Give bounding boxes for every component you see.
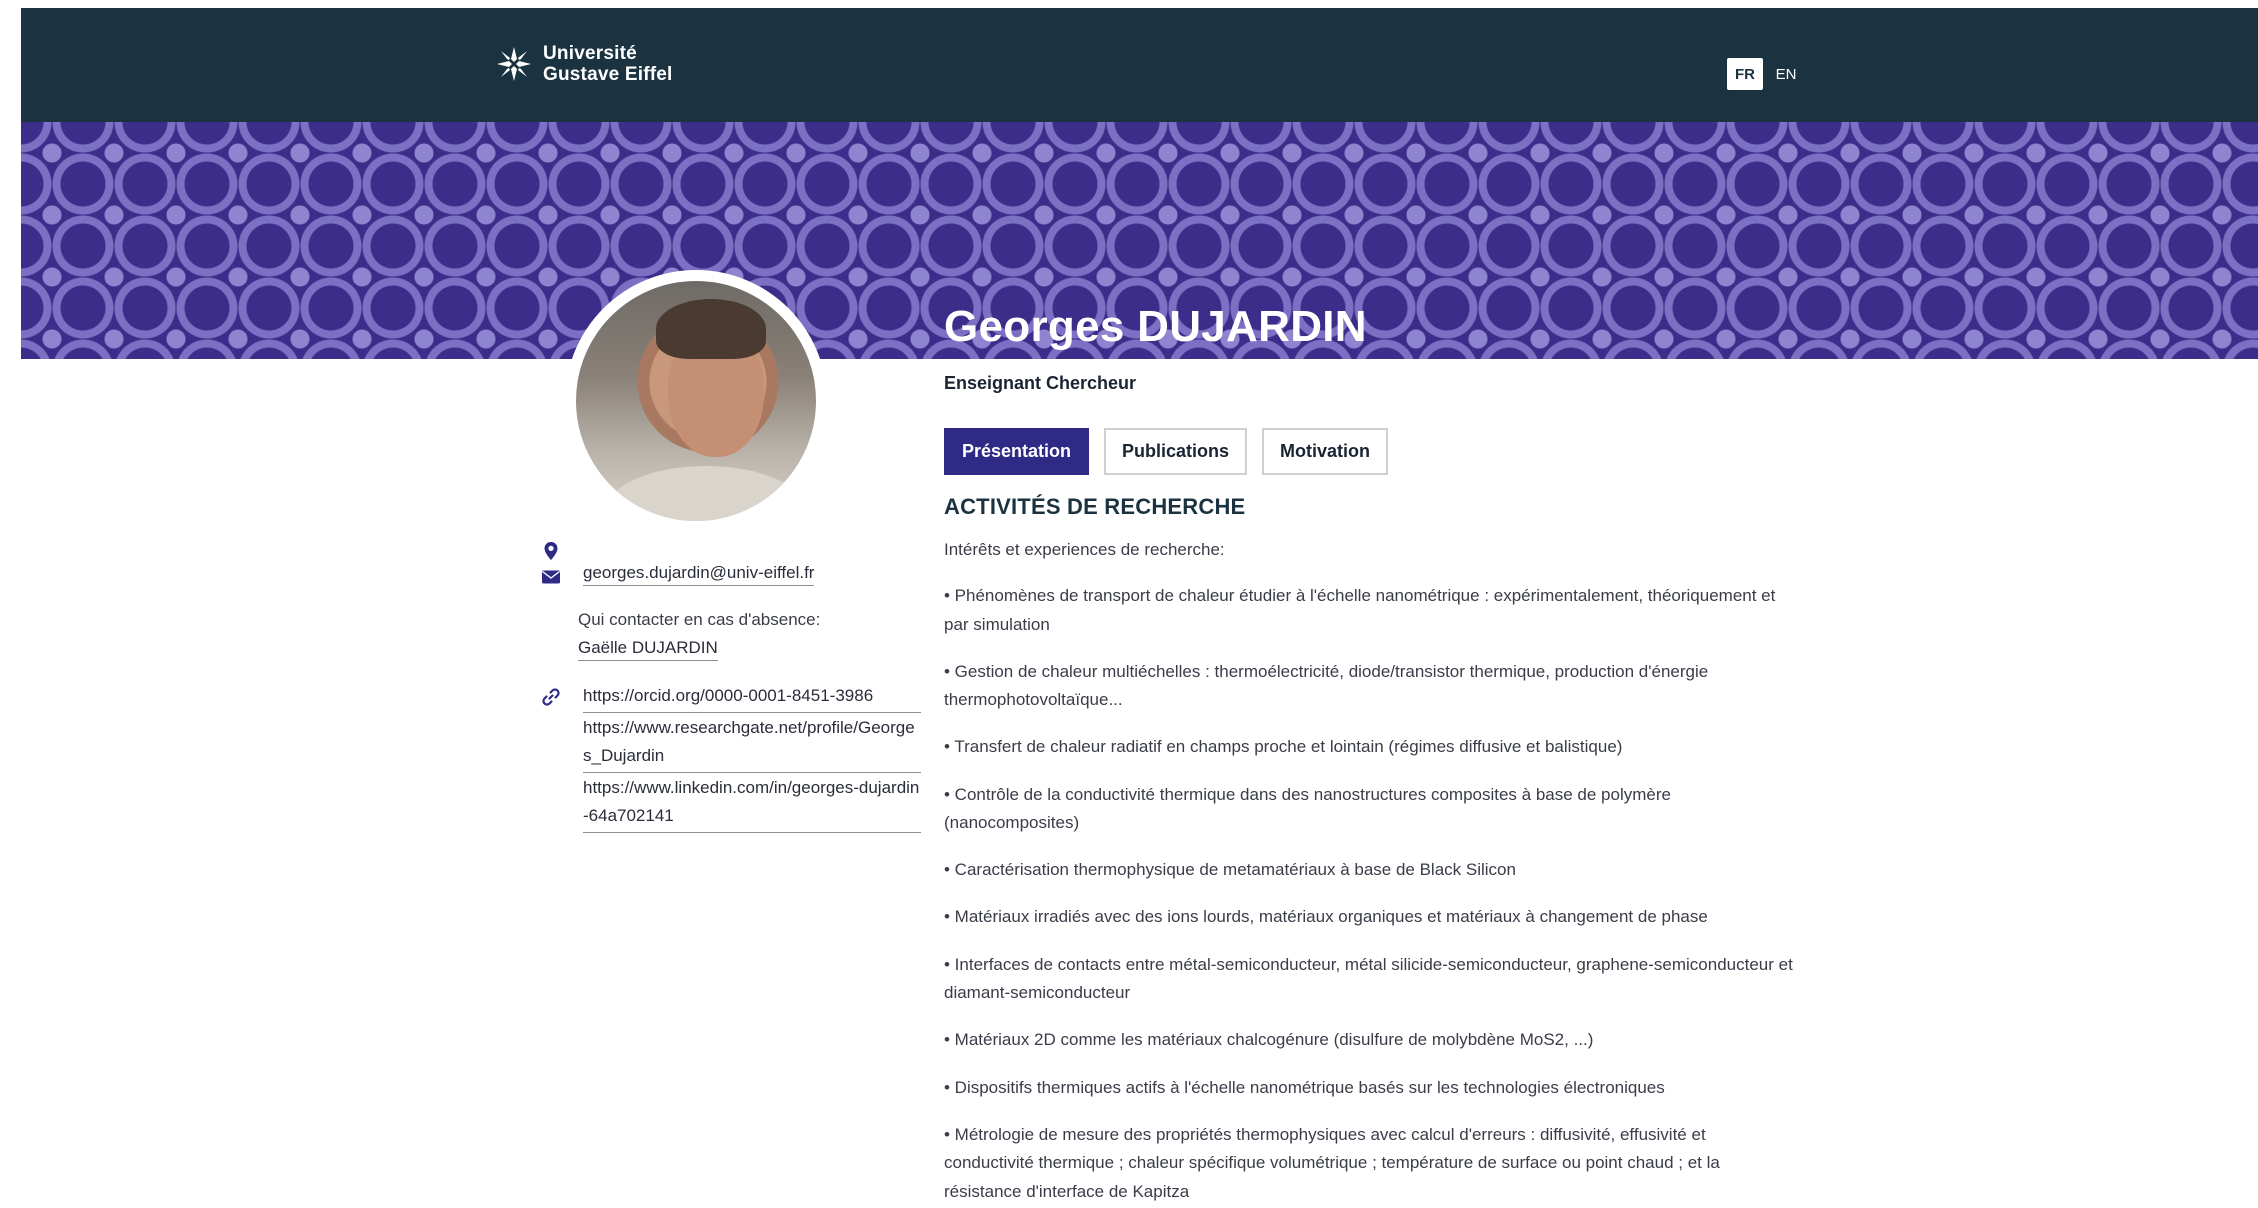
list-item: • Caractérisation thermophysique de meta… (944, 860, 1516, 880)
link-icon (542, 688, 560, 706)
external-links: https://orcid.org/0000-0001-8451-3986 ht… (583, 682, 921, 834)
star-emblem-icon (497, 47, 531, 81)
list-item: • Matériaux irradiés avec des ions lourd… (944, 907, 1708, 927)
tab-presentation[interactable]: Présentation (944, 428, 1090, 475)
tab-publications[interactable]: Publications (1104, 428, 1248, 475)
profile-page: Université Gustave Eiffel FR EN Georges … (0, 0, 2258, 1208)
linkedin-link[interactable]: https://www.linkedin.com/in/georges-duja… (583, 774, 921, 833)
avatar-shirt (606, 466, 806, 521)
research-intro: Intérêts et experiences de recherche: (944, 540, 1225, 559)
list-item: • Interfaces de contacts entre métal-sem… (944, 954, 1793, 1003)
list-item: • Métrologie de mesure des propriétés th… (944, 1124, 1720, 1201)
researchgate-link[interactable]: https://www.researchgate.net/profile/Geo… (583, 714, 921, 773)
list-item: • Transfert de chaleur radiatif en champ… (944, 737, 1623, 757)
university-logo[interactable]: Université Gustave Eiffel (493, 38, 673, 90)
list-item: • Phénomènes de transport de chaleur étu… (944, 586, 1776, 634)
section-title: ACTIVITÉS DE RECHERCHE (944, 494, 1246, 519)
avatar-hair (656, 299, 766, 359)
language-switcher: FR EN (1727, 58, 1801, 90)
site-header: Université Gustave Eiffel FR EN (21, 8, 2258, 122)
research-list: • Phénomènes de transport de chaleur étu… (944, 582, 1796, 1208)
profile-name: Georges DUJARDIN (944, 302, 1367, 351)
logo-line-1: Université (543, 43, 637, 64)
logo-line-2: Gustave Eiffel (543, 64, 673, 85)
orcid-link[interactable]: https://orcid.org/0000-0001-8451-3986 (583, 682, 921, 713)
absence-label: Qui contacter en cas d'absence: (578, 610, 821, 629)
tab-motivation[interactable]: Motivation (1262, 428, 1389, 475)
profile-role: Enseignant Chercheur (944, 373, 1137, 393)
language-en-button[interactable]: EN (1771, 58, 1801, 90)
list-item: • Gestion de chaleur multiéchelles : the… (944, 661, 1709, 710)
list-item: • Matériaux 2D comme les matériaux chalc… (944, 1030, 1594, 1050)
avatar (576, 281, 816, 521)
profile-tabs: Présentation Publications Motivation (944, 428, 1389, 475)
language-fr-button[interactable]: FR (1727, 58, 1763, 90)
envelope-icon (542, 570, 560, 584)
email-link[interactable]: georges.dujardin@univ-eiffel.fr (583, 563, 815, 586)
list-item: • Contrôle de la conductivité thermique … (944, 784, 1671, 833)
map-pin-icon (544, 542, 558, 560)
absence-contact-link[interactable]: Gaëlle DUJARDIN (578, 638, 718, 661)
list-item: • Dispositifs thermiques actifs à l'éche… (944, 1077, 1665, 1097)
logo-text: Université Gustave Eiffel (543, 43, 673, 85)
